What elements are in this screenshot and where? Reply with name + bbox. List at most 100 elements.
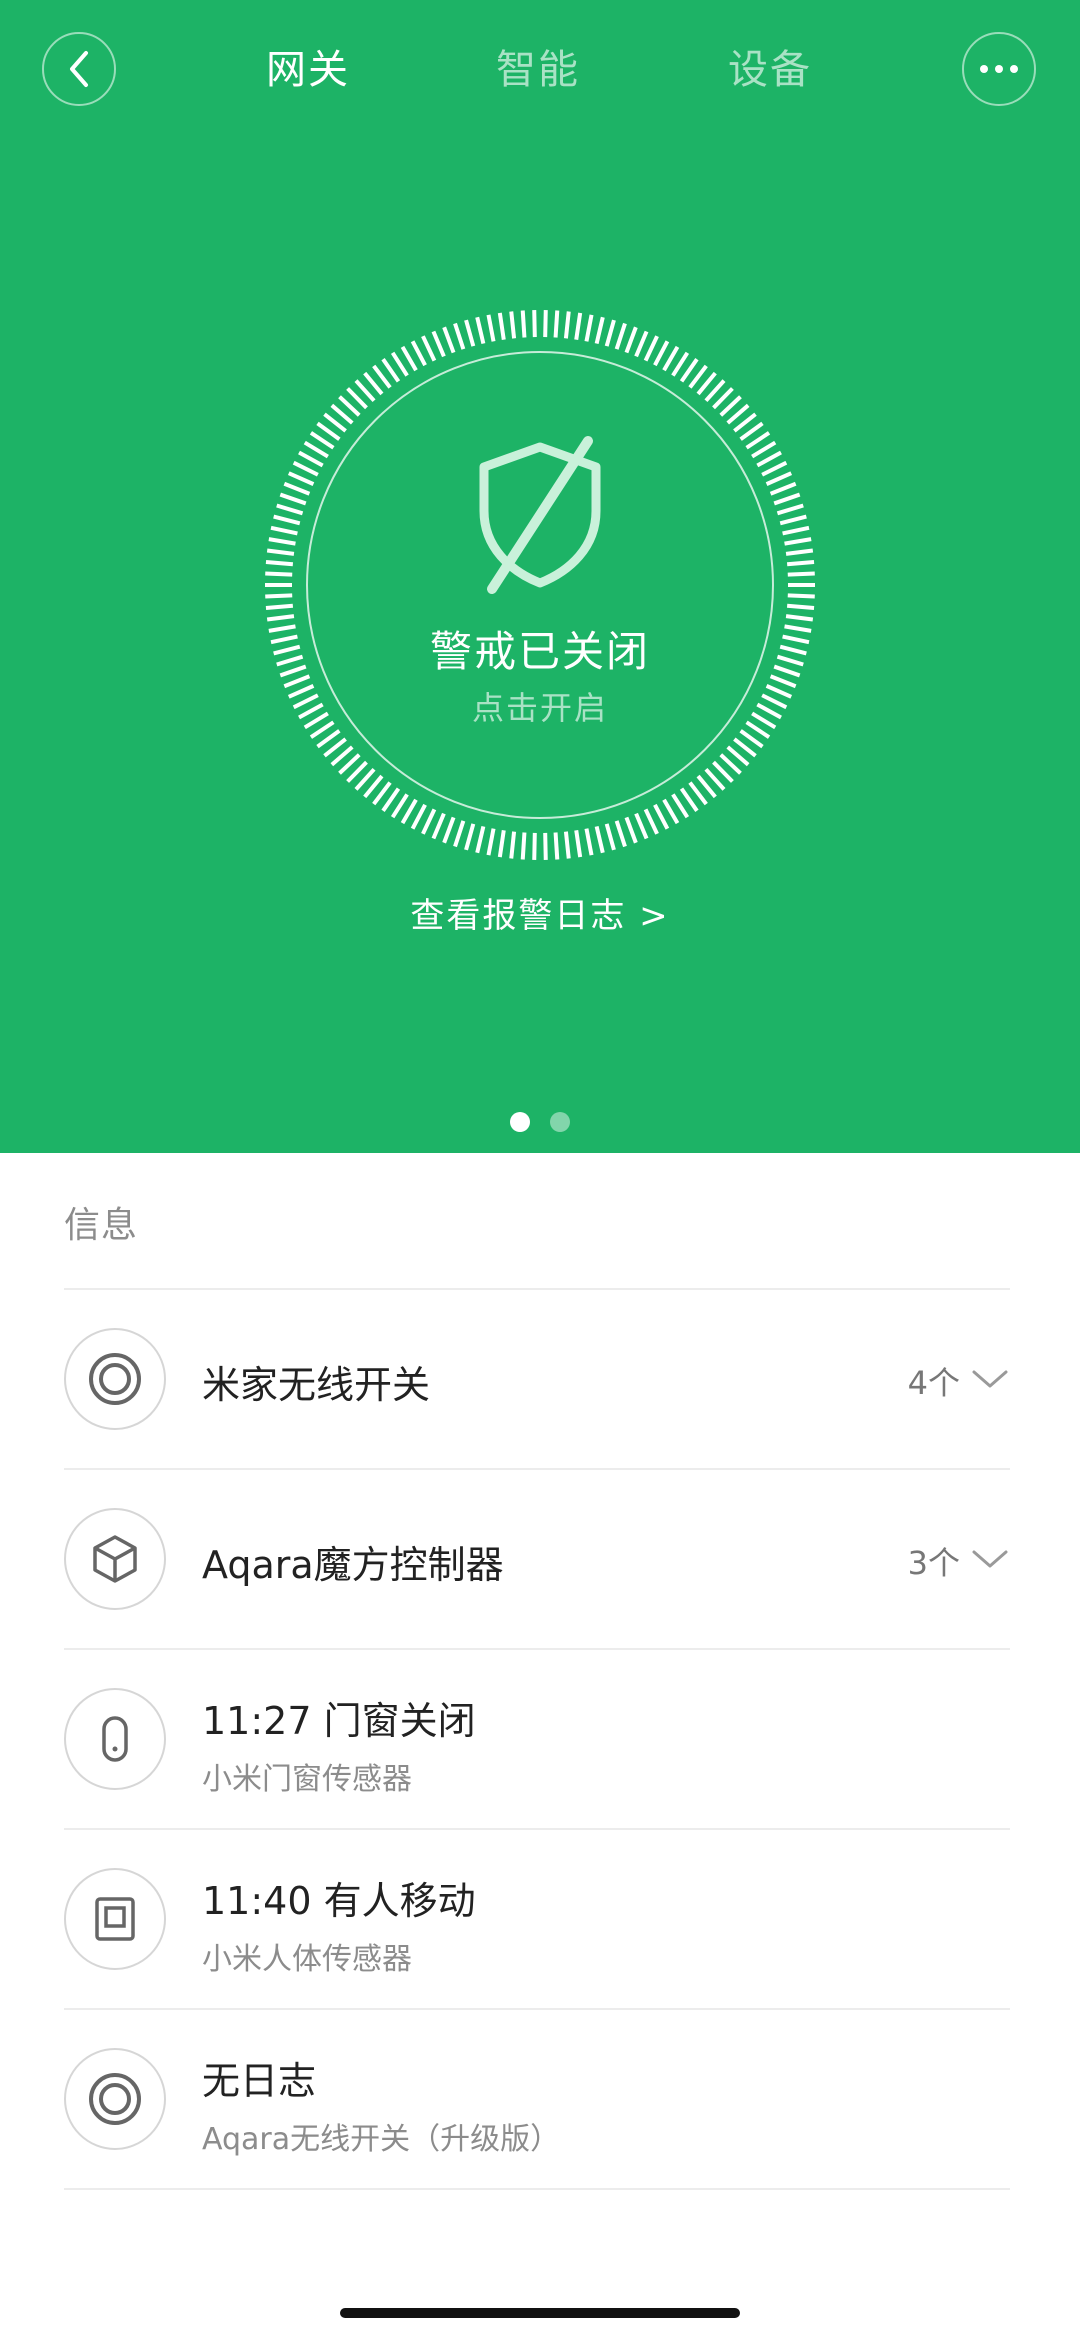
page-dot-2 bbox=[550, 1112, 570, 1132]
dial-tick bbox=[268, 624, 296, 633]
list-item-title: 无日志 bbox=[202, 2059, 317, 2103]
list-item-count: 3个 bbox=[907, 1544, 960, 1582]
list-item-title: Aqara魔方控制器 bbox=[202, 1543, 504, 1587]
dial-tick bbox=[563, 311, 571, 339]
dial-tick bbox=[624, 816, 638, 844]
alarm-status-hint: 点击开启 bbox=[471, 689, 608, 727]
dial-tick bbox=[270, 525, 298, 536]
dial-tick bbox=[614, 820, 627, 848]
list-item-wireless-switch-upgraded[interactable]: 无日志 Aqara无线开关（升级版） bbox=[64, 2010, 1010, 2190]
dial-tick bbox=[283, 674, 311, 689]
dial-tick bbox=[653, 340, 670, 367]
dial-tick bbox=[400, 798, 418, 825]
dial-tick bbox=[786, 603, 815, 611]
more-dots-icon bbox=[980, 65, 1018, 73]
dial-tick bbox=[309, 431, 335, 450]
dial-tick bbox=[604, 823, 616, 851]
dial-tick bbox=[563, 831, 571, 859]
more-button[interactable] bbox=[962, 32, 1036, 106]
dial-tick bbox=[410, 340, 427, 367]
dial-tick bbox=[604, 319, 616, 347]
tab-devices[interactable]: 设备 bbox=[690, 36, 850, 104]
dial-tick bbox=[776, 654, 804, 667]
dial-tick bbox=[594, 316, 605, 345]
dial-tick bbox=[475, 316, 486, 345]
alarm-toggle-dial[interactable] bbox=[265, 310, 815, 860]
dial-tick bbox=[751, 440, 777, 459]
dial-tick bbox=[671, 351, 690, 377]
dial-tick bbox=[773, 492, 801, 506]
dial-tick bbox=[584, 828, 594, 856]
dial-tick bbox=[442, 326, 456, 354]
dial-tick bbox=[614, 322, 627, 350]
dial-tick bbox=[292, 693, 319, 710]
top-tabs: 网关 智能 设备 bbox=[0, 36, 1080, 104]
dial-tick bbox=[779, 514, 807, 526]
dial-tick bbox=[574, 830, 583, 858]
dial-tick bbox=[553, 832, 560, 860]
dial-tick bbox=[584, 314, 594, 342]
alarm-status-title: 警戒已关闭 bbox=[429, 627, 650, 676]
tab-smart[interactable]: 智能 bbox=[458, 36, 618, 104]
list-item-subtitle: 小米门窗传感器 bbox=[202, 1762, 412, 1797]
dial-tick bbox=[431, 812, 446, 840]
dial-tick bbox=[520, 832, 527, 860]
chevron-down-icon[interactable] bbox=[970, 1544, 1010, 1574]
alarm-hero: 网关 智能 设备 警戒已关闭 点击开启 查看报警日志 > bbox=[0, 0, 1080, 1153]
dial-tick bbox=[671, 793, 690, 819]
dial-tick bbox=[287, 471, 315, 486]
tab-gateway[interactable]: 网关 bbox=[228, 36, 388, 104]
dial-tick bbox=[520, 310, 527, 338]
chevron-down-icon[interactable] bbox=[970, 1364, 1010, 1394]
dial-tick bbox=[273, 514, 301, 526]
dial-tick bbox=[265, 593, 293, 599]
list-item-title: 米家无线开关 bbox=[202, 1363, 431, 1407]
dial-tick bbox=[265, 603, 294, 611]
dial-tick bbox=[765, 684, 793, 699]
dial-tick bbox=[765, 471, 793, 486]
dial-tick bbox=[266, 614, 295, 622]
dial-tick bbox=[553, 310, 560, 338]
dial-tick bbox=[270, 634, 298, 645]
dial-tick bbox=[787, 593, 815, 599]
dial-tick bbox=[283, 481, 311, 496]
page-indicator bbox=[0, 1112, 1080, 1136]
list-item-motion-sensor[interactable]: 11:40 有人移动 小米人体传感器 bbox=[64, 1830, 1010, 2010]
dial-tick bbox=[442, 816, 456, 844]
dial-tick bbox=[486, 828, 496, 856]
dial-tick bbox=[268, 537, 296, 546]
dial-tick bbox=[634, 812, 649, 840]
list-item-cube-controller[interactable]: Aqara魔方控制器 3个 bbox=[64, 1470, 1010, 1650]
dial-tick bbox=[276, 503, 304, 516]
dial-tick bbox=[453, 820, 466, 848]
dial-tick bbox=[782, 634, 810, 645]
dial-tick bbox=[287, 684, 315, 699]
list-item-count: 4个 bbox=[907, 1364, 960, 1402]
dial-tick bbox=[309, 720, 335, 739]
dial-tick bbox=[662, 345, 680, 372]
dial-tick bbox=[643, 808, 659, 835]
dial-tick bbox=[785, 548, 814, 556]
dial-tick bbox=[497, 312, 506, 340]
list-item-subtitle: Aqara无线开关（升级版） bbox=[202, 2122, 561, 2157]
dial-tick bbox=[784, 537, 812, 546]
wireless-switch-icon bbox=[64, 2048, 166, 2150]
dial-tick bbox=[410, 803, 427, 830]
dial-tick bbox=[532, 832, 537, 860]
list-item-title: 11:40 有人移动 bbox=[202, 1879, 476, 1923]
dial-tick bbox=[390, 793, 409, 819]
list-item-wireless-switch[interactable]: 米家无线开关 4个 bbox=[64, 1290, 1010, 1470]
dial-tick bbox=[745, 720, 771, 739]
dial-tick bbox=[486, 314, 496, 342]
home-indicator[interactable] bbox=[340, 2308, 740, 2318]
dial-tick bbox=[779, 644, 807, 656]
dial-tick bbox=[265, 571, 293, 577]
dial-tick bbox=[532, 310, 537, 338]
list-item-subtitle: 小米人体传感器 bbox=[202, 1942, 412, 1977]
dial-tick bbox=[756, 702, 782, 720]
list-item-door-sensor[interactable]: 11:27 门窗关闭 小米门窗传感器 bbox=[64, 1650, 1010, 1830]
cube-icon bbox=[64, 1508, 166, 1610]
dial-tick bbox=[303, 440, 329, 459]
view-alarm-log-link[interactable]: 查看报警日志 > bbox=[340, 888, 740, 937]
dial-tick bbox=[574, 312, 583, 340]
